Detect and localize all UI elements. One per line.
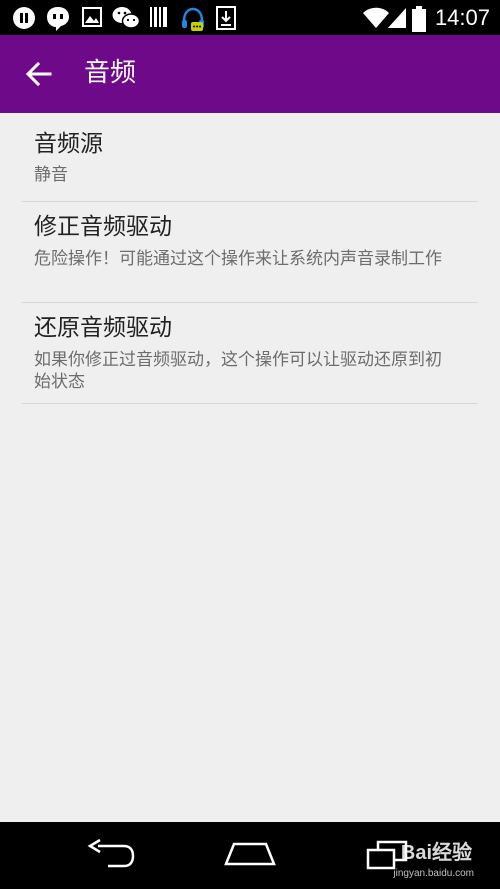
app-bar: 音频 (0, 35, 500, 113)
watermark-url: jingyan.baidu.com (393, 868, 474, 879)
pref-summary: 静音 (34, 165, 68, 185)
page-title: 音频 (84, 58, 137, 88)
pref-title: 还原音频驱动 (34, 315, 172, 341)
chat-bubble-icon (47, 7, 69, 31)
pref-item-restore-audio-driver[interactable]: 还原音频驱动 如果你修正过音频驱动，这个操作可以让驱动还原到初始状态 (22, 303, 478, 404)
watermark: Bai经验 (400, 842, 472, 864)
signal-icon (388, 8, 406, 28)
pref-item-fix-audio-driver[interactable]: 修正音频驱动 危险操作！可能通过这个操作来让系统内声音录制工作 (22, 202, 478, 303)
status-time: 14:07 (434, 5, 490, 30)
pref-summary: 危险操作！可能通过这个操作来让系统内声音录制工作 (34, 249, 442, 269)
arrow-left-icon[interactable] (24, 59, 54, 89)
pref-summary: 如果你修正过音频驱动，这个操作可以让驱动还原到初始状态 (34, 350, 442, 392)
nav-bar: Bai经验 jingyan.baidu.com (0, 822, 500, 889)
pref-title: 修正音频驱动 (34, 214, 172, 240)
wechat-icon (112, 7, 140, 29)
barcode-icon (150, 7, 167, 27)
download-icon (216, 6, 236, 30)
back-nav-icon[interactable] (86, 838, 136, 872)
screen: 14:07 音频 音频源 静音 修正音频驱动 危险操作！可能通过这个操作来让系统… (0, 0, 500, 889)
preference-list: 音频源 静音 修正音频驱动 危险操作！可能通过这个操作来让系统内声音录制工作 还… (22, 113, 478, 404)
home-nav-icon[interactable] (224, 838, 276, 872)
image-icon (82, 7, 102, 27)
battery-icon (412, 6, 426, 32)
headset-icon (182, 7, 204, 31)
status-bar: 14:07 (0, 0, 500, 35)
pref-title: 音频源 (34, 131, 103, 157)
pause-icon (13, 7, 35, 29)
pref-item-audio-source[interactable]: 音频源 静音 (22, 113, 478, 202)
wifi-icon (363, 7, 389, 28)
